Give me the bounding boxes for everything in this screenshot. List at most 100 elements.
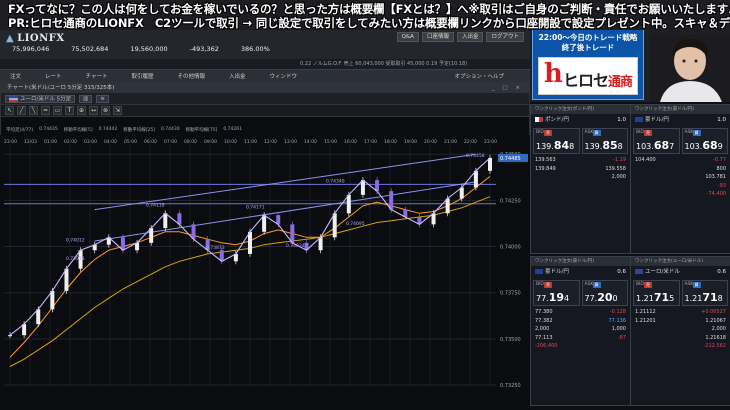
cursor-tool-icon[interactable]: ↖: [5, 106, 14, 115]
menu-order[interactable]: 注文: [10, 72, 21, 80]
bid-price: 77.194: [536, 291, 569, 304]
legend-value: 0.74430: [160, 127, 180, 132]
indicator-select[interactable]: ≋: [96, 94, 109, 103]
caption-line-2: PR:ヒロセ通商のLIONFX C2ツールで取引 → 同じ設定で取引をしてみたい…: [8, 16, 730, 30]
expand-tool-icon[interactable]: ⇲: [113, 106, 122, 115]
detail-val: 800: [716, 165, 726, 172]
detail-val: -93: [717, 182, 726, 189]
menu-rate[interactable]: レート: [45, 72, 62, 80]
detail-val: -74,400: [706, 191, 726, 197]
rate-panel: ワンクリック注文(ポンド/円) ポンド/円 1.0 BID 売 139.848 ASK…: [530, 104, 631, 254]
detail-row: 77.113 -87: [535, 334, 626, 343]
rect-tool-icon[interactable]: ▭: [53, 106, 62, 115]
rate-panel-title: ワンクリック注文(豪ドル/円): [531, 257, 630, 266]
ask-pip: 8: [617, 142, 623, 151]
pair-label: 豪ドル/円: [545, 269, 569, 275]
detail-row: -206,400: [535, 342, 626, 351]
buy-badge: 買: [692, 282, 701, 288]
menu-history[interactable]: 取引履歴: [131, 72, 153, 80]
bid-int: 139.: [536, 142, 554, 151]
rate-panel-pair: 豪ドル/円 0.6: [531, 266, 630, 278]
bid-label: BID: [536, 282, 544, 287]
x-tick-label: 04:00: [104, 139, 117, 145]
detail-key: 77.382: [535, 317, 553, 324]
rate-details: 104.400 -0.77 800 103.781 -93 -74,400: [631, 154, 730, 201]
logo-text: LIONFX: [17, 33, 65, 44]
ask-big: 68: [702, 139, 718, 152]
ask-button[interactable]: ASK 買 1.21718: [681, 280, 728, 306]
detail-key: 1.21201: [635, 317, 656, 324]
price-chart[interactable]: 0.745000.742500.740000.737500.735000.732…: [0, 135, 530, 410]
detail-row: 2,000: [635, 325, 726, 334]
sell-badge: 売: [544, 130, 552, 136]
menu-chart[interactable]: チャート: [86, 72, 108, 80]
scroll-tool-icon[interactable]: ↔: [89, 106, 98, 115]
detail-val: 1.21067: [705, 317, 726, 324]
price-annotation: 0.74012: [66, 238, 85, 244]
ask-button[interactable]: ASK 買 77.200: [581, 280, 628, 306]
detail-row: -212,562: [635, 342, 726, 351]
qa-button[interactable]: Q&A: [396, 32, 419, 42]
legend-name: 移動平均線[75]: [185, 128, 218, 133]
price-annotation: 0.74340: [326, 179, 345, 185]
detail-row: 800: [635, 165, 726, 174]
bid-button[interactable]: BID 売 103.687: [633, 128, 680, 154]
chart-type-select[interactable]: ▥: [79, 94, 93, 103]
x-tick-label: 02:00: [64, 139, 77, 145]
rate-panel-title: ワンクリック注文(豪ドル/円): [631, 105, 730, 114]
detail-val: 77.136: [608, 317, 627, 324]
x-tick-label: 01:00: [44, 139, 57, 145]
delete-tool-icon[interactable]: ⊗: [101, 106, 110, 115]
detail-val: 1.21618: [705, 334, 726, 341]
bid-button[interactable]: BID 売 77.194: [533, 280, 580, 306]
text-tool-icon[interactable]: T: [65, 106, 74, 115]
x-tick-label: 05:00: [124, 139, 137, 145]
detail-row: 1.21201 1.21067: [635, 317, 726, 326]
bid-price: 103.687: [636, 139, 674, 152]
rate-details: 1.21112 +0.00527 1.21201 1.21067 2,000 1.2…: [631, 306, 730, 353]
trendline-tool-icon[interactable]: ╱: [17, 106, 26, 115]
detail-val: 103.781: [705, 174, 726, 180]
ask-price: 77.200: [585, 291, 618, 304]
window-controls[interactable]: _ □ ×: [492, 83, 523, 93]
flag-icon: [535, 269, 543, 274]
detail-key: 2,000: [535, 326, 550, 332]
crosshair-tool-icon[interactable]: ⊕: [77, 106, 86, 115]
y-tick-label: 0.73750: [500, 291, 521, 297]
ask-big: 85: [602, 139, 618, 152]
spread-value: 0.6: [717, 269, 726, 275]
sell-badge: 売: [644, 130, 652, 136]
logout-button[interactable]: ログアウト: [486, 32, 524, 42]
account-info-button[interactable]: 口座情報: [421, 32, 454, 42]
x-tick-label: 11:00: [244, 139, 257, 145]
sell-badge: 売: [644, 282, 652, 288]
detail-key: 1.21112: [635, 309, 656, 315]
price-annotation: 0.74034: [286, 243, 305, 249]
menu-other[interactable]: その他情報: [178, 72, 206, 80]
bid-button[interactable]: BID 売 139.848: [533, 128, 580, 154]
menu-deposit[interactable]: 入出金: [229, 72, 246, 80]
menu-window[interactable]: ウィンドウ: [270, 72, 298, 80]
bid-button[interactable]: BID 売 1.21715: [633, 280, 680, 306]
detail-val: -0.128: [609, 309, 626, 315]
price-annotation: 0.74458: [466, 153, 485, 159]
ask-int: 1.21: [684, 294, 703, 303]
hline-tool-icon[interactable]: ═: [41, 106, 50, 115]
bid-int: 1.21: [636, 294, 654, 303]
bid-big: 19: [548, 291, 565, 304]
ask-button[interactable]: ASK 買 139.858: [581, 128, 628, 154]
deposit-button[interactable]: 入出金: [456, 32, 484, 42]
sign-text-main: ヒロセ: [563, 71, 609, 90]
broadcast-panel: 22:00～今日のトレード戦略 終了後トレード h ヒロセ通商: [532, 28, 644, 100]
rate-panel: ワンクリック注文(ユーロ/米ドル) ユーロ/米ドル 0.6 BID 売 1.21715…: [630, 256, 730, 406]
indicator-legend: 平均足(4/77) 0.74435 移動平均線[5] 0.74442 移動平均線[2…: [6, 127, 242, 133]
pair-select[interactable]: ユーロ/米ドル 5分足: [5, 94, 76, 103]
menu-options-help[interactable]: オプション・ヘルプ: [454, 72, 504, 80]
app-logo: ▲ LIONFX: [6, 33, 65, 44]
app-header: ▲ LIONFX Q&A 口座情報 入出金 ログアウト 75,996,046 75…: [0, 30, 530, 70]
ask-button[interactable]: ASK 買 103.689: [681, 128, 728, 154]
ask-price: 1.21718: [685, 291, 723, 304]
ray-tool-icon[interactable]: ╲: [29, 106, 38, 115]
detail-row: 77.382 77.136: [535, 317, 626, 326]
bid-pip: 5: [669, 294, 675, 303]
